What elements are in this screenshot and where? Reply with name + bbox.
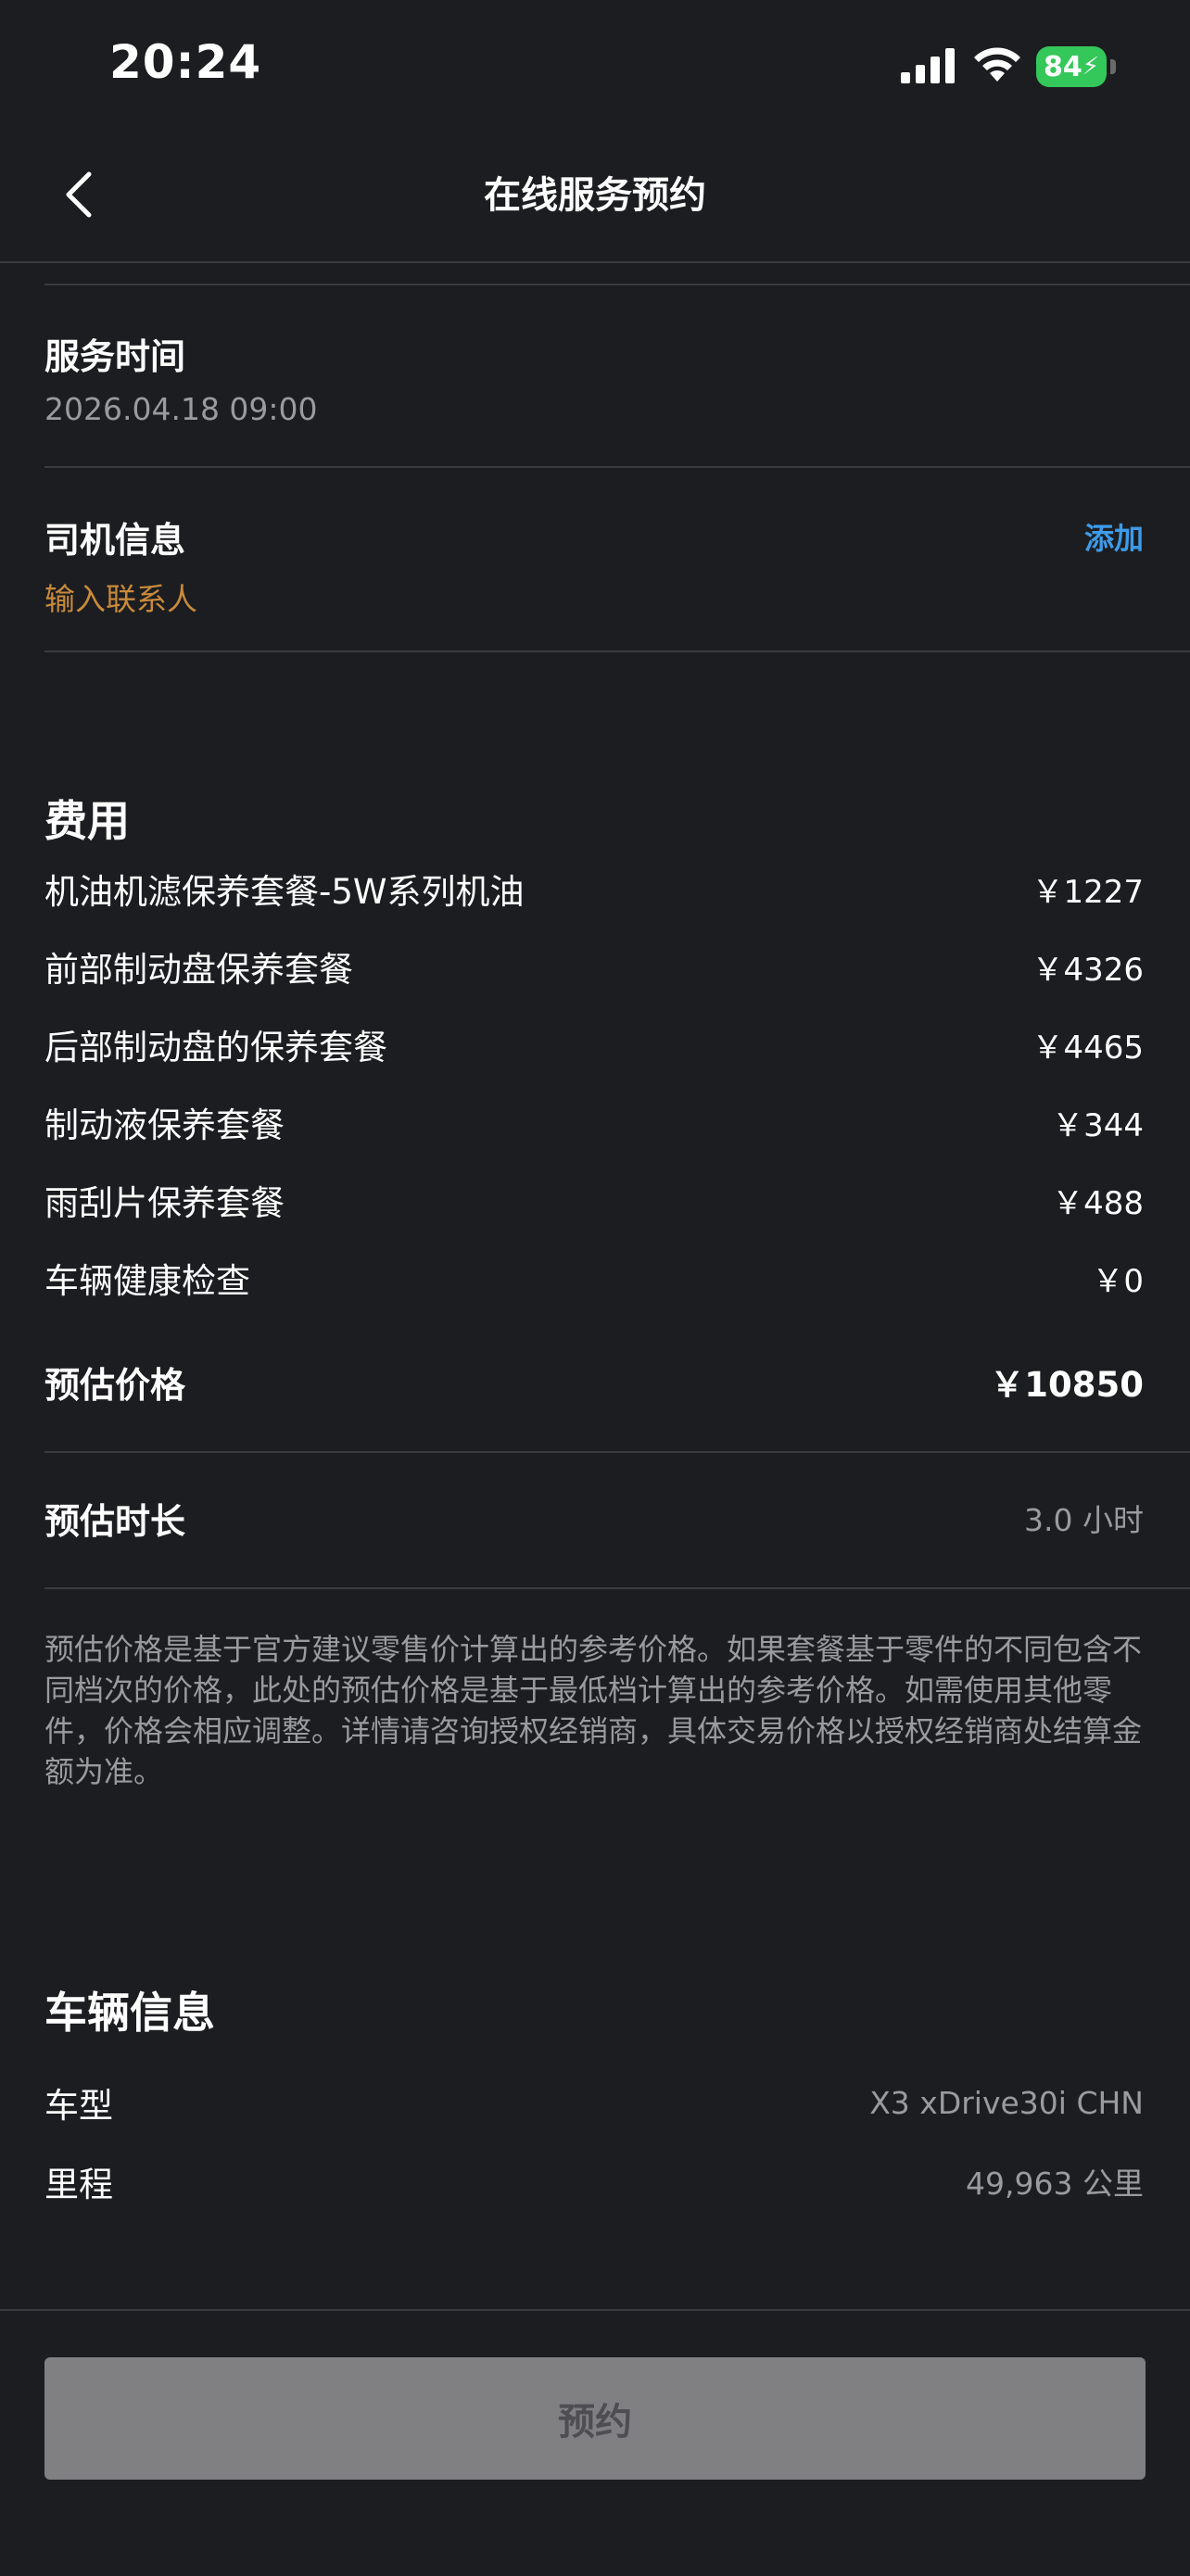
fee-name: 前部制动盘保养套餐 [44,950,353,990]
estimated-price-label: 预估价格 [44,1364,186,1406]
estimated-price-row: 预估价格 ￥10850 [44,1357,1144,1407]
vehicle-model-label: 车型 [44,2086,113,2126]
fee-row: 制动液保养套餐 ￥344 [44,1099,1144,1145]
fee-row: 机油机滤保养套餐-5W系列机油 ￥1227 [44,865,1144,912]
estimated-price-value: ￥10850 [990,1365,1144,1405]
divider [44,466,1190,468]
estimated-duration-value: 3.0 小时 [1024,1502,1144,1538]
vehicle-model-value: X3 xDrive30i CHN [869,2084,1144,2121]
price-disclaimer: 预估价格是基于官方建议零售价计算出的参考价格。如果套餐基于零件的不同包含不同档次… [44,1632,1143,1789]
driver-info-label: 司机信息 [44,520,186,561]
fees-heading: 费用 [44,796,130,846]
status-time: 20:24 [109,35,262,89]
vehicle-info-heading: 车辆信息 [44,1988,215,2038]
fee-name: 机油机滤保养套餐-5W系列机油 [44,872,525,912]
fee-name: 车辆健康检查 [44,1261,250,1301]
cellular-signal-icon [901,48,955,83]
service-time-value[interactable]: 2026.04.18 09:00 [44,391,318,427]
service-time-label: 服务时间 [44,336,186,377]
divider [44,284,1190,285]
status-bar: 20:24 84 ⚡ [0,0,1190,130]
vehicle-mileage-value: 49,963 公里 [966,2166,1144,2202]
fee-row: 后部制动盘的保养套餐 ￥4465 [44,1021,1144,1067]
estimated-duration-label: 预估时长 [44,1500,186,1542]
fee-row: 车辆健康检查 ￥0 [44,1255,1144,1301]
vehicle-mileage-label: 里程 [44,2165,113,2204]
battery-charging-icon: 84 ⚡ [1036,46,1107,87]
battery-cap [1110,59,1116,74]
fee-row: 前部制动盘保养套餐 ￥4326 [44,943,1144,990]
estimated-duration-row: 预估时长 3.0 小时 [44,1493,1144,1543]
divider [44,1451,1190,1453]
fee-name: 雨刮片保养套餐 [44,1183,285,1223]
vehicle-model-row: 车型 X3 xDrive30i CHN [44,2077,1144,2128]
fee-price: ￥1227 [1032,873,1144,911]
page-title: 在线服务预约 [484,174,706,217]
fee-name: 制动液保养套餐 [44,1105,285,1145]
battery-level: 84 [1043,50,1082,83]
bottom-action-bar: 预约 [0,2309,1190,2576]
fee-row: 雨刮片保养套餐 ￥488 [44,1177,1144,1223]
wifi-icon [974,47,1020,82]
fee-price: ￥4465 [1032,1029,1144,1067]
fee-price: ￥4326 [1032,951,1144,989]
add-driver-button[interactable]: 添加 [1084,515,1144,558]
contact-input[interactable]: 输入联系人 [44,575,197,619]
fee-price: ￥488 [1052,1184,1144,1222]
vehicle-mileage-row: 里程 49,963 公里 [44,2156,1144,2206]
divider [44,1587,1190,1589]
divider [44,650,1190,652]
fee-name: 后部制动盘的保养套餐 [44,1028,387,1067]
fee-price: ￥344 [1052,1106,1144,1144]
fee-price: ￥0 [1092,1262,1144,1300]
nav-bar: 在线服务预约 [0,130,1190,263]
book-button[interactable]: 预约 [44,2357,1146,2480]
